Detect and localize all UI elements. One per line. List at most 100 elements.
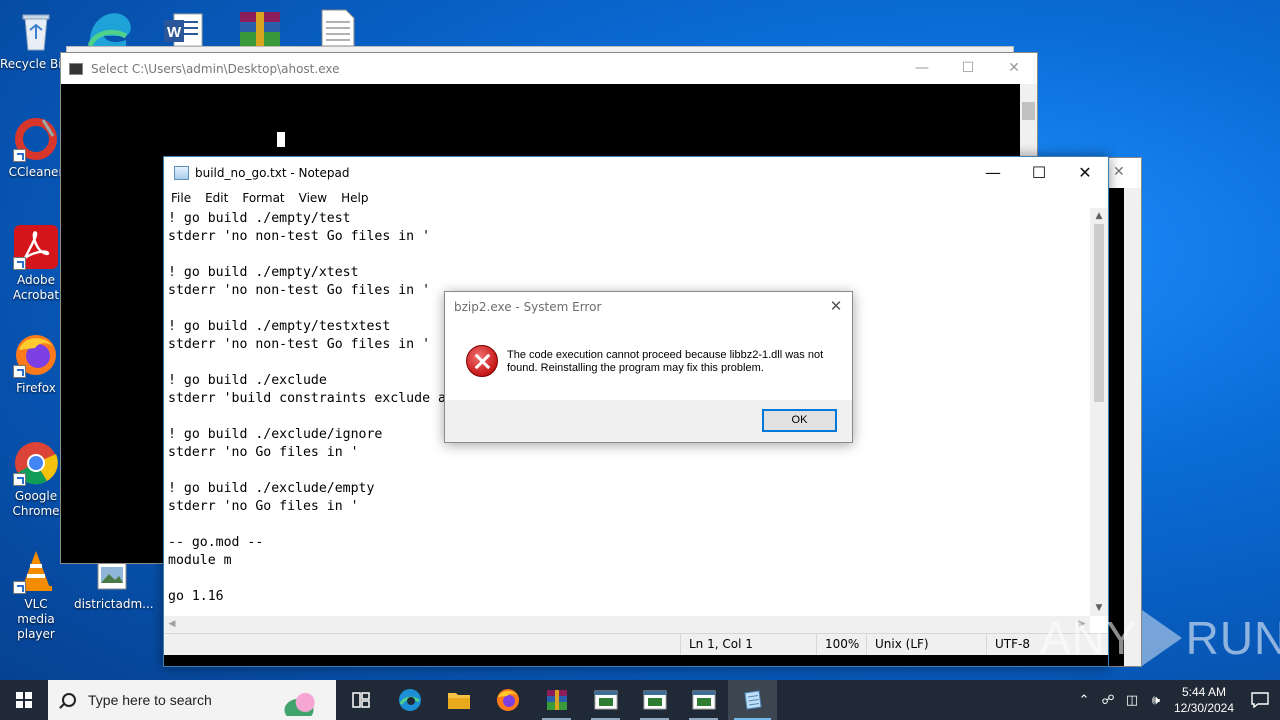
notification-icon [1251,692,1269,708]
task-view-icon [351,692,370,708]
desktop-icon-label: Google Chrome [12,489,60,518]
desktop-icon-word[interactable]: W [158,6,206,47]
volume-icon[interactable]: 🕪 [1144,693,1168,708]
notepad-minimize-button[interactable]: — [970,157,1016,187]
taskbar-clock[interactable]: 5:44 AM 12/30/2024 [1168,684,1240,716]
menu-file[interactable]: File [164,188,198,208]
taskbar-file-explorer[interactable] [434,680,483,720]
background-window-titlebar[interactable]: ✕ [1109,158,1141,188]
console-cursor [277,132,285,147]
taskbar-search-box[interactable]: Type here to search [48,680,336,720]
network-device-icon[interactable]: ☍ [1096,693,1120,708]
console-title: Select C:\Users\admin\Desktop\ahost.exe [91,61,340,76]
recycle-bin-icon [13,8,59,54]
edge-icon [87,13,131,48]
dialog-title: bzip2.exe - System Error [454,300,602,314]
notepad-horizontal-scrollbar[interactable]: ◀ ▶ [164,616,1090,633]
notepad-maximize-button[interactable]: ☐ [1016,157,1062,187]
taskbar-console-2[interactable] [630,680,679,720]
image-file-icon [95,560,129,594]
notepad-close-button[interactable]: ✕ [1062,157,1108,187]
text-file-icon [321,9,355,47]
task-view-button[interactable] [336,680,385,720]
edge-icon [398,689,421,711]
dialog-message: The code execution cannot proceed becaus… [507,349,824,374]
menu-view[interactable]: View [292,188,334,208]
winrar-icon [240,12,280,46]
watermark-text-right: RUN [1185,612,1280,664]
close-icon[interactable]: ✕ [1113,164,1125,180]
taskbar-console-3[interactable] [679,680,728,720]
clock-time: 5:44 AM [1181,685,1227,699]
chevron-up-icon[interactable]: ⌃ [1072,693,1096,708]
ok-button[interactable]: OK [762,409,837,432]
search-icon [62,693,76,707]
system-tray: ⌃ ☍ ◫ 🕪 5:44 AM 12/30/2024 [1072,680,1280,720]
notepad-vertical-scroll-thumb[interactable] [1094,224,1104,402]
desktop-icon-label: Recycle Bin [0,57,66,71]
svg-text:W: W [167,24,182,41]
desktop-icon-text-file[interactable] [314,6,362,47]
watermark-text-left: ANY [1040,612,1138,664]
taskbar-edge[interactable] [385,680,434,720]
console-minimize-button[interactable]: — [899,53,945,83]
search-highlight-image [268,686,330,716]
taskbar: Type here to search ⌃ ☍ ◫ 🕪 5:44 AM 12/3… [0,680,1280,720]
console-titlebar[interactable]: Select C:\Users\admin\Desktop\ahost.exe [61,53,1037,84]
shortcut-arrow-icon [13,581,26,594]
shortcut-arrow-icon [13,257,26,270]
notifications-button[interactable] [1240,692,1280,708]
error-icon [466,345,498,377]
notepad-titlebar[interactable]: build_no_go.txt - Notepad [164,157,1108,188]
vlc-cone-icon [13,548,59,594]
firefox-icon [496,689,519,711]
folder-icon [447,693,470,709]
search-placeholder: Type here to search [88,692,212,708]
console-icon [69,62,83,75]
notepad-vertical-scrollbar[interactable]: ▲ ▼ [1090,208,1108,616]
notepad-icon [743,690,762,710]
taskbar-notepad[interactable] [728,680,777,720]
console-maximize-button[interactable]: ☐ [945,53,991,83]
menu-help[interactable]: Help [334,188,375,208]
anyrun-watermark: ANY RUN [1040,610,1280,666]
scroll-left-arrow-icon[interactable]: ◀ [164,616,180,633]
background-window[interactable]: ✕ [1108,157,1142,667]
menu-format[interactable]: Format [235,188,291,208]
status-position: Ln 1, Col 1 [680,634,816,655]
console-peek-strip [164,655,1108,666]
desktop-icon-districtadm[interactable]: districtadm... [74,560,154,612]
shortcut-arrow-icon [13,365,26,378]
status-line-ending: Unix (LF) [866,634,986,655]
ccleaner-icon [13,116,59,162]
dialog-footer: OK [445,400,852,442]
notepad-statusbar: Ln 1, Col 1 100% Unix (LF) UTF-8 [164,633,1108,655]
desktop-icon-label: VLC media player [17,597,55,641]
shortcut-arrow-icon [13,473,26,486]
network-icon[interactable]: ◫ [1120,693,1144,708]
chrome-icon [13,440,59,486]
menu-edit[interactable]: Edit [198,188,235,208]
word-icon: W [164,13,203,47]
console-scroll-thumb[interactable] [1022,102,1035,120]
taskbar-winrar[interactable] [532,680,581,720]
notepad-title: build_no_go.txt - Notepad [195,165,350,180]
desktop-icon-winrar[interactable] [236,6,284,46]
firefox-icon [13,332,59,378]
desktop-icon-edge[interactable] [86,6,134,48]
winrar-icon [546,690,567,710]
background-window-scrollbar[interactable] [1124,188,1141,666]
clock-date: 12/30/2024 [1173,701,1235,715]
adobe-acrobat-icon [13,224,59,270]
console-window-icon [594,690,617,710]
taskbar-console-1[interactable] [581,680,630,720]
system-error-dialog[interactable]: bzip2.exe - System Error ✕ The code exec… [444,291,853,443]
console-window-icon [643,690,666,710]
taskbar-firefox[interactable] [483,680,532,720]
dialog-close-button[interactable]: ✕ [826,296,846,316]
start-button[interactable] [0,680,48,720]
scroll-up-arrow-icon[interactable]: ▲ [1090,208,1108,224]
desktop-icon-label: districtadm... [74,597,154,611]
status-zoom: 100% [816,634,866,655]
console-close-button[interactable]: ✕ [991,53,1037,83]
